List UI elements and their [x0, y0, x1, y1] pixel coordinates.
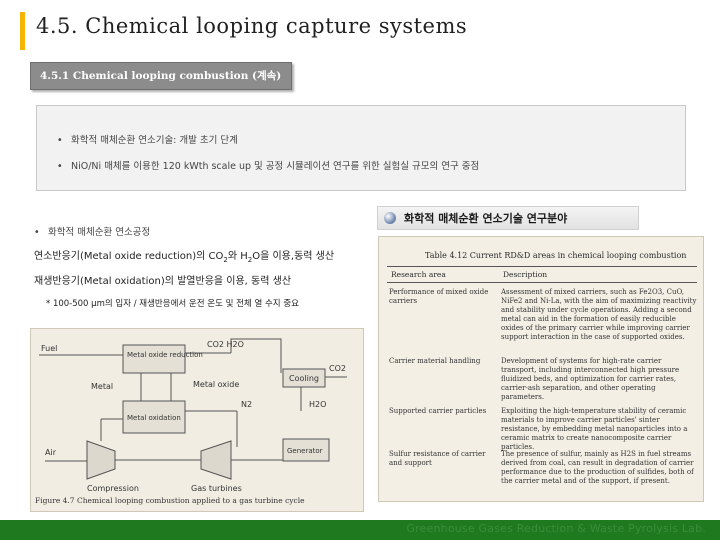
- reduction-label: Metal oxide reduction: [127, 351, 203, 359]
- metal-oxide-label: Metal oxide: [193, 380, 239, 389]
- figure-caption: Figure 4.7 Chemical looping combustion a…: [35, 496, 305, 505]
- summary-box: • 화학적 매체순환 연소기술: 개발 초기 단계 • NiO/Ni 매체를 이용한…: [36, 105, 686, 191]
- fuel-reactor-suffix: O을 이용,동력 생산: [252, 251, 335, 262]
- h2o-label: H2O: [309, 400, 326, 409]
- bullet-icon: •: [57, 135, 63, 146]
- table-header-area: Research area: [391, 270, 446, 279]
- air-reactor-line: 재생반응기(Metal oxidation)의 발열반응을 이용, 동력 생산: [34, 276, 292, 287]
- table-rule: [387, 266, 697, 267]
- table-cell-area: Sulfur resistance of carrier and support: [389, 450, 486, 467]
- page-title: 4.5. Chemical looping capture systems: [36, 14, 468, 38]
- fuel-reactor-prefix: 연소반응기(Metal oxide reduction)의 CO: [34, 251, 224, 262]
- table-cell-description: Assessment of mixed carriers, such as Fe…: [501, 288, 697, 341]
- generator-label: Generator: [287, 447, 323, 455]
- bullet-icon: •: [57, 161, 63, 172]
- table-rule: [387, 282, 697, 283]
- summary-item-text: 화학적 매체순환 연소기술: 개발 초기 단계: [71, 135, 238, 146]
- summary-item: • NiO/Ni 매체를 이용한 120 kWth scale up 및 공정 시…: [57, 158, 479, 172]
- title-accent-bar: [20, 12, 25, 50]
- n2-label: N2: [241, 400, 252, 409]
- cooling-label: Cooling: [289, 374, 319, 383]
- oxidation-label: Metal oxidation: [127, 414, 181, 422]
- gas-turbines-label: Gas turbines: [191, 484, 242, 493]
- section-tab: 4.5.1 Chemical looping combustion (계속): [30, 62, 292, 90]
- products-label: CO2 H2O: [207, 340, 244, 349]
- fuel-reactor-mid: 와 H: [227, 251, 248, 262]
- table-cell-description: Exploiting the high-temperature stabilit…: [501, 407, 688, 451]
- footer-bar: Greenhouse Gases Reduction & Waste Pyrol…: [0, 520, 720, 540]
- table-cell-area: Supported carrier particles: [389, 407, 487, 415]
- compressor: [86, 440, 116, 480]
- research-field-label: 화학적 매체순환 연소기술 연구분야: [404, 212, 568, 225]
- process-figure: Fuel CO2 H2O Metal oxide reduction Metal…: [30, 328, 364, 512]
- table-cell-description: Development of systems for high-rate car…: [501, 357, 680, 401]
- lab-name: Greenhouse Gases Reduction & Waste Pyrol…: [406, 522, 706, 535]
- summary-item: • 화학적 매체순환 연소기술: 개발 초기 단계: [57, 132, 238, 146]
- bullet-icon: •: [34, 227, 40, 238]
- co2-label: CO2: [329, 364, 346, 373]
- rdd-table: Table 4.12 Current RD&D areas in chemica…: [378, 236, 704, 502]
- summary-item-text: NiO/Ni 매체를 이용한 120 kWth scale up 및 공정 시뮬…: [71, 161, 480, 172]
- reduction-reactor: [122, 344, 186, 374]
- research-field-banner: 화학적 매체순환 연소기술 연구분야: [377, 206, 639, 230]
- table-caption: Table 4.12 Current RD&D areas in chemica…: [425, 251, 687, 260]
- particle-note: * 100-500 μm의 입자 / 재생반응에서 운전 온도 및 전체 열 수…: [46, 299, 299, 309]
- table-cell-description: The presence of sulfur, mainly as H2S in…: [501, 450, 694, 485]
- fuel-label: Fuel: [41, 344, 57, 353]
- compression-label: Compression: [87, 484, 139, 493]
- air-label: Air: [45, 448, 57, 457]
- bullet-disc-icon: [384, 212, 396, 224]
- metal-label: Metal: [91, 382, 113, 391]
- fuel-reactor-line: 연소반응기(Metal oxide reduction)의 CO2와 H2O을 …: [34, 247, 334, 264]
- gas-turbine-diagram: Fuel CO2 H2O Metal oxide reduction Metal…: [39, 338, 347, 493]
- table-cell-area: Performance of mixed oxide carriers: [389, 288, 489, 305]
- gas-turbine: [200, 440, 232, 480]
- table-cell-area: Carrier material handling: [389, 357, 481, 365]
- process-bullet: • 화학적 매체순환 연소공정: [34, 224, 150, 238]
- table-header-description: Description: [503, 270, 548, 279]
- process-bullet-text: 화학적 매체순환 연소공정: [48, 227, 151, 238]
